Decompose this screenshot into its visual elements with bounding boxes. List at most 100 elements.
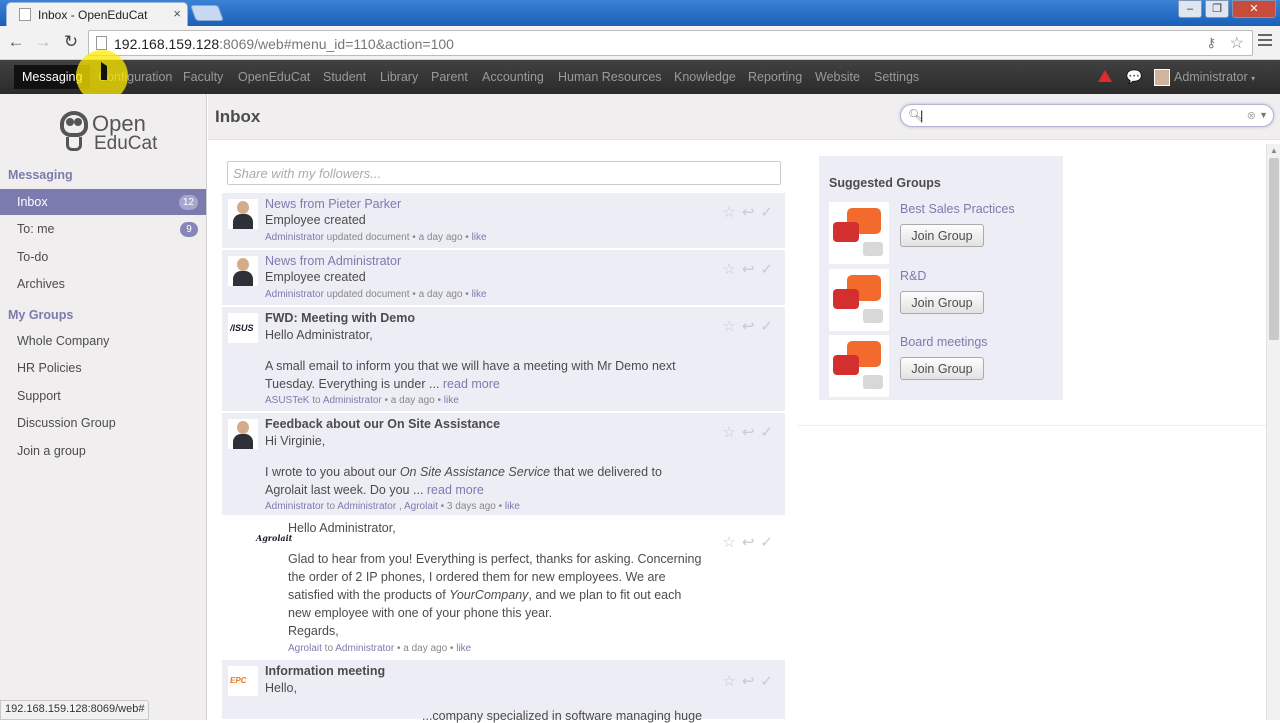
sidebar-item-join-a-group[interactable]: Join a group <box>0 438 206 464</box>
read-more-link[interactable]: read more <box>443 377 500 391</box>
mark-done-check-icon[interactable]: ✓ <box>760 672 773 690</box>
author-avatar[interactable] <box>228 256 258 286</box>
message-subject[interactable]: Information meeting <box>265 664 385 678</box>
nav-parent[interactable]: Parent <box>431 70 468 84</box>
user-menu[interactable]: Administrator ▾ <box>1174 70 1255 84</box>
nav-settings[interactable]: Settings <box>874 70 919 84</box>
group-chat-bubbles-icon[interactable] <box>829 269 889 331</box>
share-with-followers-input[interactable]: Share with my followers... <box>227 161 781 185</box>
message-recipient[interactable]: Administrator <box>323 395 382 406</box>
group-name[interactable]: Best Sales Practices <box>900 202 1015 216</box>
like-link[interactable]: like <box>456 643 471 654</box>
reply-icon[interactable]: ↩ <box>742 317 755 335</box>
key-icon[interactable]: ⚷ <box>1206 35 1216 51</box>
star-icon[interactable]: ☆ <box>722 260 735 278</box>
message-recipient[interactable]: Administrator <box>337 501 396 512</box>
restore-icon[interactable]: ❐ <box>1205 0 1229 18</box>
like-link[interactable]: like <box>472 232 487 243</box>
sidebar-item-to-me[interactable]: To: me 9 <box>0 216 206 242</box>
message-author[interactable]: Administrator <box>265 232 324 243</box>
sidebar-item-archives[interactable]: Archives <box>0 271 206 297</box>
message-subject[interactable]: News from Administrator <box>265 254 401 268</box>
nav-openeducat[interactable]: OpenEduCat <box>238 70 310 84</box>
forward-arrow-icon[interactable]: → <box>32 32 54 52</box>
group-chat-bubbles-icon[interactable] <box>829 202 889 264</box>
sidebar-item-discussion-group[interactable]: Discussion Group <box>0 410 206 436</box>
clear-search-icon[interactable]: ⊗ <box>1247 109 1256 122</box>
chrome-menu-icon[interactable] <box>1258 34 1272 49</box>
bookmark-star-icon[interactable]: ☆ <box>1230 33 1244 53</box>
nav-human-resources[interactable]: Human Resources <box>558 70 662 84</box>
message-subject[interactable]: FWD: Meeting with Demo <box>265 311 415 325</box>
reply-icon[interactable]: ↩ <box>742 423 755 441</box>
nav-library[interactable]: Library <box>380 70 418 84</box>
reply-icon[interactable]: ↩ <box>742 260 755 278</box>
mark-done-check-icon[interactable]: ✓ <box>760 260 773 278</box>
message-item[interactable]: News from Pieter Parker Employee created… <box>222 193 785 249</box>
chat-icon[interactable]: 💬 <box>1126 69 1142 85</box>
reply-icon[interactable]: ↩ <box>742 533 755 551</box>
mark-done-check-icon[interactable]: ✓ <box>760 423 773 441</box>
sidebar-item-to-do[interactable]: To-do <box>0 244 206 270</box>
url-text[interactable]: 192.168.159.128:8069/web#menu_id=110&act… <box>114 36 454 52</box>
message-subject[interactable]: Feedback about our On Site Assistance <box>265 417 500 431</box>
nav-faculty[interactable]: Faculty <box>183 70 223 84</box>
user-avatar[interactable] <box>1154 69 1170 86</box>
message-item[interactable]: Feedback about our On Site Assistance Hi… <box>222 413 785 516</box>
star-icon[interactable]: ☆ <box>722 533 735 551</box>
join-group-button[interactable]: Join Group <box>900 224 984 247</box>
scrollbar-thumb[interactable] <box>1269 158 1279 340</box>
read-more-link[interactable]: read more <box>427 483 484 497</box>
message-subject[interactable]: News from Pieter Parker <box>265 197 401 211</box>
tab-close-icon[interactable]: × <box>173 6 181 21</box>
star-icon[interactable]: ☆ <box>722 317 735 335</box>
browser-tab[interactable]: Inbox - OpenEduCat × <box>6 2 188 26</box>
mark-done-check-icon[interactable]: ✓ <box>760 317 773 335</box>
join-group-button[interactable]: Join Group <box>900 291 984 314</box>
scroll-up-arrow-icon[interactable]: ▲ <box>1270 146 1278 155</box>
like-link[interactable]: like <box>444 395 459 406</box>
nav-accounting[interactable]: Accounting <box>482 70 544 84</box>
reply-icon[interactable]: ↩ <box>742 203 755 221</box>
join-group-button[interactable]: Join Group <box>900 357 984 380</box>
like-link[interactable]: like <box>505 501 520 512</box>
message-item[interactable]: /ISUS FWD: Meeting with Demo Hello Admin… <box>222 307 785 412</box>
star-icon[interactable]: ☆ <box>722 672 735 690</box>
message-recipient[interactable]: Agrolait <box>404 501 438 512</box>
search-input[interactable]: 🔍︎ | ⊗ ▼ <box>900 104 1274 127</box>
reload-icon[interactable]: ↻ <box>60 32 82 52</box>
mark-done-check-icon[interactable]: ✓ <box>760 203 773 221</box>
page-scrollbar[interactable]: ▲ <box>1266 144 1280 720</box>
nav-website[interactable]: Website <box>815 70 860 84</box>
back-arrow-icon[interactable]: ← <box>5 32 27 52</box>
author-avatar[interactable] <box>228 419 258 449</box>
like-link[interactable]: like <box>472 289 487 300</box>
message-item[interactable]: News from Administrator Employee created… <box>222 250 785 306</box>
reply-icon[interactable]: ↩ <box>742 672 755 690</box>
message-author[interactable]: Administrator <box>265 501 324 512</box>
sidebar-item-whole-company[interactable]: Whole Company <box>0 328 206 354</box>
sidebar-item-support[interactable]: Support <box>0 383 206 409</box>
nav-student[interactable]: Student <box>323 70 366 84</box>
mark-done-check-icon[interactable]: ✓ <box>760 533 773 551</box>
author-avatar[interactable]: Agrolait <box>254 523 292 553</box>
author-avatar[interactable]: EPC <box>228 666 258 696</box>
message-recipient[interactable]: Administrator <box>335 643 394 654</box>
sidebar-item-inbox[interactable]: Inbox 12 <box>0 189 206 215</box>
message-reply-item[interactable]: Agrolait Hello Administrator, Glad to he… <box>222 517 785 659</box>
search-options-chevron-icon[interactable]: ▼ <box>1259 110 1268 120</box>
address-bar[interactable]: 192.168.159.128:8069/web#menu_id=110&act… <box>88 30 1253 56</box>
group-chat-bubbles-icon[interactable] <box>829 335 889 397</box>
message-author[interactable]: Agrolait <box>288 643 322 654</box>
message-author[interactable]: Administrator <box>265 289 324 300</box>
nav-reporting[interactable]: Reporting <box>748 70 802 84</box>
group-name[interactable]: R&D <box>900 269 926 283</box>
nav-knowledge[interactable]: Knowledge <box>674 70 736 84</box>
author-avatar[interactable]: /ISUS <box>228 313 258 343</box>
star-icon[interactable]: ☆ <box>722 203 735 221</box>
openeducat-logo[interactable]: Open EduCat <box>58 108 158 158</box>
group-name[interactable]: Board meetings <box>900 335 988 349</box>
message-author[interactable]: ASUSTeK <box>265 395 309 406</box>
new-tab-button[interactable] <box>190 5 224 21</box>
author-avatar[interactable] <box>228 199 258 229</box>
